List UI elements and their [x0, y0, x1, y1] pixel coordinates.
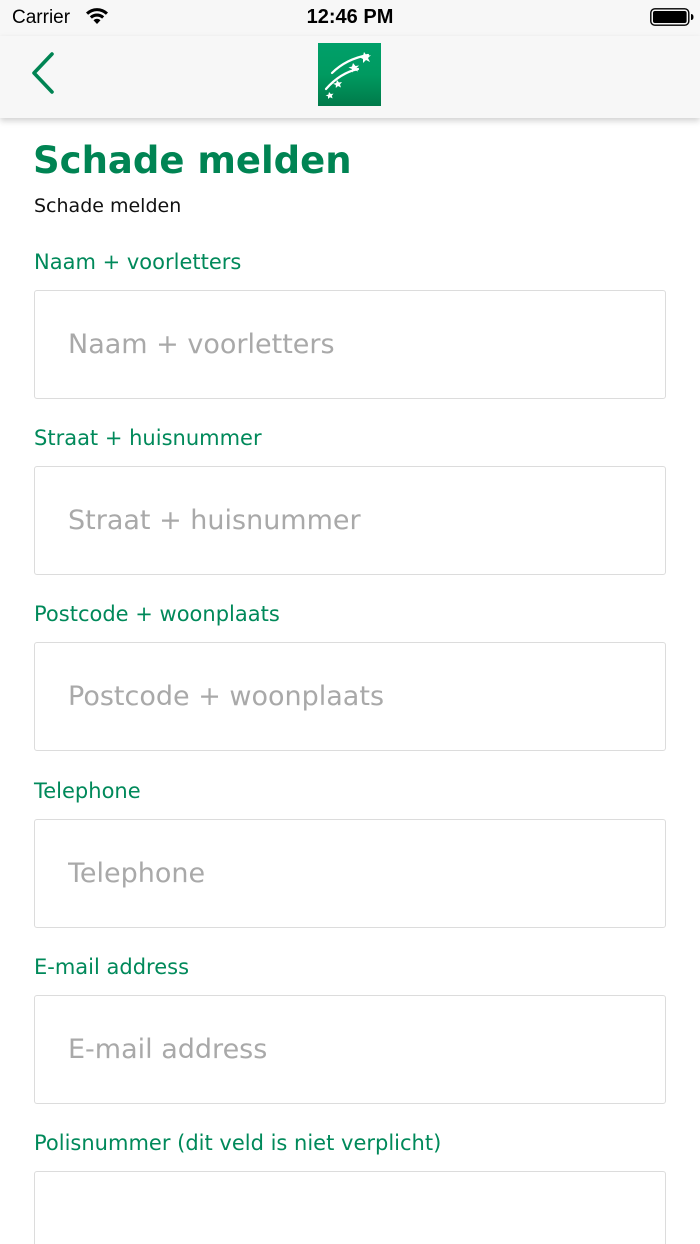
field-naam: Naam + voorletters: [34, 248, 666, 399]
battery-icon: [650, 8, 694, 26]
field-label: Polisnummer (dit veld is niet verplicht): [34, 1131, 442, 1155]
email-input[interactable]: [34, 995, 666, 1104]
field-telephone: Telephone: [34, 777, 666, 928]
field-label: Naam + voorletters: [34, 250, 242, 274]
content: Schade melden Schade melden: [33, 138, 666, 218]
back-button[interactable]: [28, 50, 62, 96]
telephone-input[interactable]: [34, 819, 666, 928]
postcode-input[interactable]: [34, 642, 666, 751]
field-label: E-mail address: [34, 955, 190, 979]
field-postcode: Postcode + woonplaats: [34, 600, 666, 751]
status-bar: Carrier 12:46 PM: [0, 0, 700, 36]
field-straat: Straat + huisnummer: [34, 424, 666, 575]
bnp-paribas-logo: [318, 43, 381, 106]
field-email: E-mail address: [34, 953, 666, 1104]
navigation-bar: [0, 36, 700, 118]
straat-input[interactable]: [34, 466, 666, 575]
field-polisnummer: Polisnummer (dit veld is niet verplicht): [34, 1129, 666, 1244]
field-label: Straat + huisnummer: [34, 426, 262, 450]
naam-input[interactable]: [34, 290, 666, 399]
clock-time: 12:46 PM: [306, 6, 394, 28]
chevron-left-icon: [32, 52, 54, 94]
field-label: Postcode + woonplaats: [34, 602, 280, 626]
page-title: Schade melden: [33, 139, 352, 182]
field-label: Telephone: [34, 779, 141, 803]
page-subtitle: Schade melden: [34, 195, 182, 217]
polisnummer-input[interactable]: [34, 1171, 666, 1244]
